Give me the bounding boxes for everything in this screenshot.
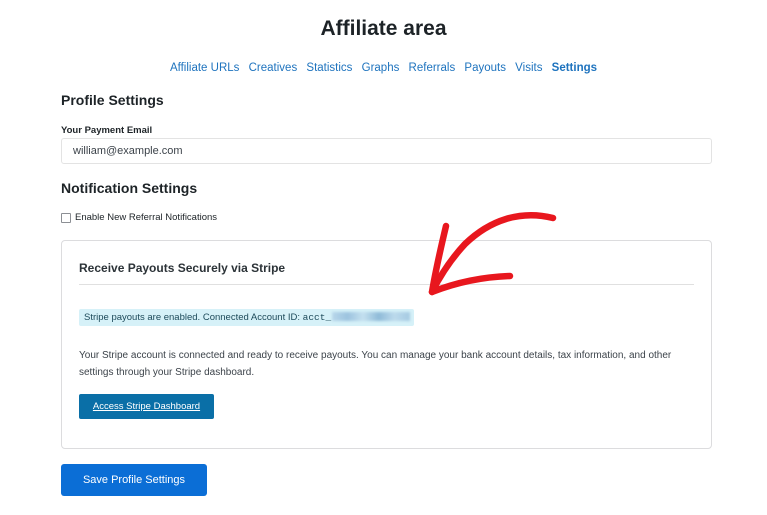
annotation-arrow-icon xyxy=(428,212,557,296)
affiliate-area-page: Affiliate area Affiliate URLs Creatives … xyxy=(0,0,767,515)
